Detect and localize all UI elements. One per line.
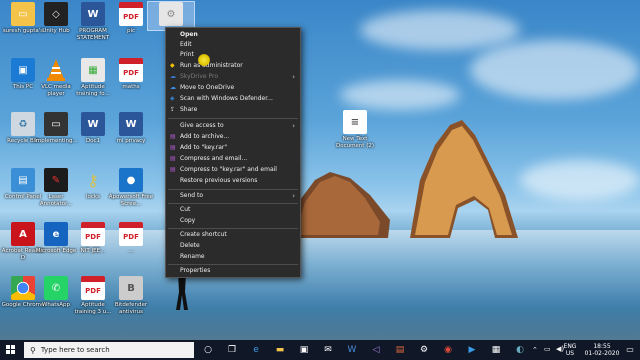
menu-item-properties[interactable]: Properties bbox=[166, 266, 300, 276]
gears-icon: ⚙ bbox=[159, 2, 183, 26]
menu-item-copy[interactable]: Copy bbox=[166, 216, 300, 226]
menu-separator bbox=[168, 203, 298, 204]
laser-icon: ✎ bbox=[44, 168, 68, 192]
chevron-right-icon: › bbox=[292, 73, 295, 81]
unity-icon: ◇ bbox=[44, 2, 68, 26]
chevron-up-icon[interactable]: ⌃ bbox=[532, 346, 538, 354]
winrar-icon: ▤ bbox=[170, 144, 176, 151]
menu-item-cut[interactable]: Cut bbox=[166, 205, 300, 215]
this-pc-icon: ▣ bbox=[11, 58, 35, 82]
menu-item-restore-previous-versions[interactable]: Restore previous versions bbox=[166, 176, 300, 186]
menu-item-delete[interactable]: Delete bbox=[166, 241, 300, 251]
word-icon: W bbox=[81, 112, 105, 136]
edge-icon: e bbox=[44, 222, 68, 246]
skydrive-icon: ☁ bbox=[170, 73, 176, 80]
pdf-icon: PDF bbox=[119, 222, 143, 246]
menu-item-add-to-key-rar[interactable]: ▤ Add to "key.rar" bbox=[166, 143, 300, 153]
menu-separator bbox=[168, 189, 298, 190]
menu-item-compress-and-email[interactable]: ▤ Compress and email... bbox=[166, 154, 300, 164]
notifications-icon[interactable]: ▭ bbox=[624, 344, 636, 356]
chevron-right-icon: › bbox=[292, 122, 295, 130]
task-view-icon[interactable]: ❐ bbox=[226, 344, 238, 356]
app-icon[interactable]: ◐ bbox=[514, 344, 526, 356]
desktop-icon[interactable]: PDF ... bbox=[108, 222, 154, 255]
taskbar-search-box[interactable]: ⚲ Type here to search bbox=[24, 342, 194, 358]
menu-item-give-access-to[interactable]: Give access to › bbox=[166, 121, 300, 131]
chrome-icon[interactable]: ◉ bbox=[442, 344, 454, 356]
store-icon[interactable]: ▣ bbox=[298, 344, 310, 356]
word-icon: W bbox=[119, 112, 143, 136]
settings-icon[interactable]: ⚙ bbox=[418, 344, 430, 356]
menu-item-skydrive-pro[interactable]: ☁ SkyDrive Pro › bbox=[166, 72, 300, 82]
menu-item-print[interactable]: Print bbox=[166, 50, 300, 60]
desktop-icon[interactable]: B Bitdefender antivirus bbox=[108, 276, 154, 316]
search-icon: ⚲ bbox=[30, 345, 36, 355]
mail-icon[interactable]: ✉ bbox=[322, 344, 334, 356]
menu-item-add-to-archive[interactable]: ▤ Add to archive... bbox=[166, 132, 300, 142]
cortana-icon[interactable]: ○ bbox=[202, 344, 214, 356]
windows-start-icon[interactable] bbox=[6, 345, 16, 355]
menu-item-share[interactable]: ⇪ Share bbox=[166, 105, 300, 115]
menu-separator bbox=[168, 118, 298, 119]
context-menu: Open Edit Print ◆ Run as administrator ☁… bbox=[165, 27, 301, 278]
winrar-icon: ▤ bbox=[170, 155, 176, 162]
winrar-icon: ▤ bbox=[170, 133, 176, 140]
recorder-icon: ● bbox=[119, 168, 143, 192]
folder-icon: ▭ bbox=[11, 2, 35, 26]
recycle-bin-icon: ♻ bbox=[11, 112, 35, 136]
selected-desktop-icon[interactable]: ⚙ bbox=[147, 1, 195, 31]
language-indicator[interactable]: ENG US bbox=[562, 340, 578, 360]
winrar-icon: ▤ bbox=[170, 166, 176, 173]
menu-separator bbox=[168, 264, 298, 265]
edge-icon[interactable]: e bbox=[250, 344, 262, 356]
keys-icon: ⚷ bbox=[87, 170, 99, 190]
pdf-icon: PDF bbox=[81, 222, 105, 246]
acrobat-icon: A bbox=[11, 222, 35, 246]
mouse-cursor-highlight bbox=[198, 54, 210, 66]
word-icon[interactable]: W bbox=[346, 344, 358, 356]
apk-icon: ▦ bbox=[81, 58, 105, 82]
menu-item-create-shortcut[interactable]: Create shortcut bbox=[166, 230, 300, 240]
clock[interactable]: 18:55 01-02-2020 bbox=[582, 340, 622, 360]
vlc-icon bbox=[44, 58, 68, 82]
control-panel-icon: ▤ bbox=[11, 168, 35, 192]
network-icon[interactable]: ▭ bbox=[544, 345, 551, 353]
desktop-icon[interactable]: ≡ New Text Document (2) bbox=[332, 110, 378, 150]
pdf-icon: PDF bbox=[119, 58, 143, 82]
desktop-icon[interactable]: ● Apowersoft Free Scree... bbox=[108, 168, 154, 208]
text-document-icon: ≡ bbox=[343, 110, 367, 134]
pdf-icon: PDF bbox=[81, 276, 105, 300]
menu-item-edit[interactable]: Edit bbox=[166, 40, 300, 50]
onedrive-icon: ☁ bbox=[170, 84, 176, 91]
pdf-icon: PDF bbox=[119, 2, 143, 26]
menu-item-compress-key-rar-email[interactable]: ▤ Compress to "key.rar" and email bbox=[166, 165, 300, 175]
media-icon[interactable]: ▶ bbox=[466, 344, 478, 356]
chrome-icon bbox=[11, 276, 35, 300]
shield-icon: ◆ bbox=[170, 62, 175, 69]
calculator-icon[interactable]: ▦ bbox=[490, 344, 502, 356]
bitdefender-icon: B bbox=[119, 276, 143, 300]
menu-item-scan-defender[interactable]: ◈ Scan with Windows Defender... bbox=[166, 94, 300, 104]
menu-item-send-to[interactable]: Send to › bbox=[166, 191, 300, 201]
visual-studio-icon[interactable]: ◁ bbox=[370, 344, 382, 356]
file-explorer-icon[interactable]: ▬ bbox=[274, 344, 286, 356]
word-icon: W bbox=[81, 2, 105, 26]
tablet-icon: ▭ bbox=[44, 112, 68, 136]
defender-icon: ◈ bbox=[170, 95, 175, 102]
chevron-right-icon: › bbox=[292, 192, 295, 200]
taskbar: ⚲ Type here to search ○ ❐ e ▬ ▣ ✉ W ◁ ▤ … bbox=[0, 340, 640, 360]
menu-item-rename[interactable]: Rename bbox=[166, 252, 300, 262]
desktop-icon[interactable]: W mi privacy bbox=[108, 112, 154, 145]
whatsapp-icon: ✆ bbox=[44, 276, 68, 300]
app-icon[interactable]: ▤ bbox=[394, 344, 406, 356]
menu-item-open[interactable]: Open bbox=[166, 30, 300, 40]
desktop-icon[interactable]: PDF maths bbox=[108, 58, 154, 91]
menu-item-move-to-onedrive[interactable]: ☁ Move to OneDrive bbox=[166, 83, 300, 93]
menu-separator bbox=[168, 228, 298, 229]
menu-item-run-as-admin[interactable]: ◆ Run as administrator bbox=[166, 61, 300, 71]
share-icon: ⇪ bbox=[170, 106, 176, 113]
